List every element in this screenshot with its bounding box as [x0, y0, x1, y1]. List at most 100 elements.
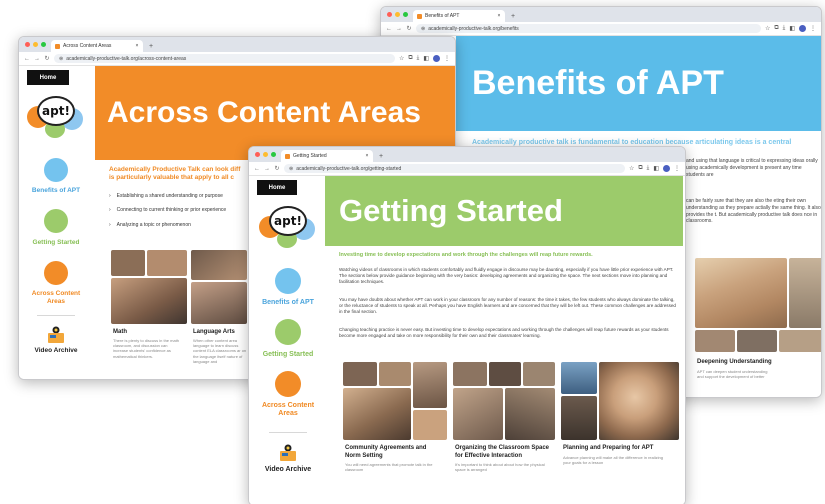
new-tab-icon[interactable]: +	[511, 13, 515, 20]
back-icon[interactable]: ←	[386, 26, 392, 32]
menu-kebab-icon[interactable]: ⋮	[810, 25, 816, 32]
tab-title: Across Content Areas	[63, 43, 112, 49]
bullet-item: › Connecting to current thinking or prior…	[109, 207, 227, 213]
nav-benefits-circle[interactable]	[44, 158, 68, 182]
extensions-icon[interactable]: ⧉	[774, 25, 778, 32]
maximize-window-button[interactable]	[403, 12, 408, 17]
url-field[interactable]: ⊜ academically-productive-talk.org/getti…	[284, 164, 625, 173]
close-window-button[interactable]	[25, 42, 30, 47]
close-tab-icon[interactable]: ×	[365, 153, 369, 159]
tab-title: Benefits of APT	[425, 13, 460, 19]
photo-classroom-3	[523, 362, 555, 386]
back-icon[interactable]: ←	[254, 166, 260, 172]
card-title-planning-preparing[interactable]: Planning and Preparing for APT	[563, 445, 681, 453]
window-controls	[387, 12, 408, 17]
menu-kebab-icon[interactable]: ⋮	[674, 165, 680, 172]
site-info-icon[interactable]: ⊜	[289, 166, 293, 172]
photo-math-3	[111, 278, 187, 324]
sidepanel-icon[interactable]: ◧	[653, 165, 659, 172]
close-window-button[interactable]	[387, 12, 392, 17]
nav-video-archive-link[interactable]: Video Archive	[251, 466, 325, 474]
card-title-math[interactable]: Math	[113, 329, 183, 337]
apt-logo[interactable]: apt!	[27, 92, 85, 142]
reload-icon[interactable]: ↻	[44, 55, 50, 62]
nav-getting-started-circle[interactable]	[275, 319, 301, 345]
close-tab-icon[interactable]: ×	[497, 13, 501, 19]
photo-community-4	[343, 388, 411, 440]
maximize-window-button[interactable]	[41, 42, 46, 47]
nav-video-archive-link[interactable]: Video Archive	[21, 347, 91, 355]
new-tab-icon[interactable]: +	[379, 153, 383, 160]
bookmark-star-icon[interactable]: ☆	[629, 165, 634, 172]
video-archive-icon[interactable]	[278, 444, 298, 462]
maximize-window-button[interactable]	[271, 152, 276, 157]
card-title-community-agreements[interactable]: Community Agreements and Norm Setting	[345, 445, 449, 460]
nav-benefits-link[interactable]: Benefits of APT	[251, 299, 325, 307]
close-tab-icon[interactable]: ×	[135, 43, 139, 49]
card-title-language-arts[interactable]: Language Arts	[193, 329, 249, 337]
reload-icon[interactable]: ↻	[406, 25, 412, 32]
photo-girl-smiling	[695, 258, 787, 328]
forward-icon[interactable]: →	[264, 166, 270, 172]
sidepanel-icon[interactable]: ◧	[789, 25, 795, 32]
photo-planning-2	[561, 396, 597, 440]
profile-avatar[interactable]	[433, 55, 440, 62]
bookmark-star-icon[interactable]: ☆	[765, 25, 770, 32]
paragraph-1: Watching videos of classrooms in which s…	[339, 267, 674, 285]
back-icon[interactable]: ←	[24, 56, 30, 62]
profile-avatar[interactable]	[663, 165, 670, 172]
home-button[interactable]: Home	[27, 70, 69, 85]
hero-banner: Getting Started	[325, 176, 683, 246]
video-archive-icon[interactable]	[46, 326, 66, 344]
extensions-icon[interactable]: ⧉	[408, 55, 412, 62]
nav-benefits-circle[interactable]	[275, 268, 301, 294]
card-title-organizing-space[interactable]: Organizing the Classroom Space for Effec…	[455, 445, 559, 460]
photo-planning-teacher	[599, 362, 679, 440]
nav-benefits-link[interactable]: Benefits of APT	[21, 187, 91, 195]
extensions-icon[interactable]: ⧉	[638, 165, 642, 172]
url-field[interactable]: ⊜ academically-productive-talk.org/acros…	[54, 54, 395, 63]
bookmark-star-icon[interactable]: ☆	[399, 55, 404, 62]
download-icon[interactable]: ⤓	[417, 55, 420, 62]
apt-logo[interactable]: apt!	[259, 202, 317, 252]
new-tab-icon[interactable]: +	[149, 43, 153, 50]
close-window-button[interactable]	[255, 152, 260, 157]
tab-across-content[interactable]: Across Content Areas ×	[51, 40, 143, 52]
nav-across-content-link[interactable]: Across Content Areas	[21, 290, 91, 306]
photo-classroom-side	[789, 258, 821, 328]
photo-community-5	[413, 410, 447, 440]
card-description-community-agreements: You will need agreements that promote ta…	[345, 462, 433, 473]
card-description-math: There is plenty to discuss in the math c…	[113, 338, 180, 359]
forward-icon[interactable]: →	[34, 56, 40, 62]
hero-title: Getting Started	[339, 193, 563, 228]
favicon-icon	[55, 43, 60, 49]
forward-icon[interactable]: →	[396, 26, 402, 32]
nav-across-content-circle[interactable]	[44, 261, 68, 285]
profile-avatar[interactable]	[799, 25, 806, 32]
photo-planning-1	[561, 362, 597, 394]
tab-getting-started[interactable]: Getting Started ×	[281, 150, 373, 162]
nav-getting-started-link[interactable]: Getting Started	[251, 351, 325, 359]
nav-getting-started-link[interactable]: Getting Started	[21, 239, 91, 247]
nav-getting-started-circle[interactable]	[44, 209, 68, 233]
tab-title: Getting Started	[293, 153, 327, 159]
download-icon[interactable]: ⤓	[783, 25, 786, 32]
site-info-icon[interactable]: ⊜	[421, 26, 425, 32]
tab-benefits[interactable]: Benefits of APT ×	[413, 10, 505, 22]
minimize-window-button[interactable]	[395, 12, 400, 17]
card-description-language-arts: When other content area language to lear…	[193, 338, 247, 364]
site-info-icon[interactable]: ⊜	[59, 56, 63, 62]
minimize-window-button[interactable]	[33, 42, 38, 47]
nav-across-content-link[interactable]: Across Content Areas	[251, 402, 325, 419]
tab-strip: Benefits of APT × +	[381, 7, 821, 22]
card-title[interactable]: Deepening Understanding	[697, 359, 817, 367]
photo-math-2	[147, 250, 187, 276]
url-field[interactable]: ⊜ academically-productive-talk.org/benef…	[416, 24, 761, 33]
home-button[interactable]: Home	[257, 180, 297, 195]
minimize-window-button[interactable]	[263, 152, 268, 157]
reload-icon[interactable]: ↻	[274, 165, 280, 172]
download-icon[interactable]: ⤓	[647, 165, 650, 172]
nav-across-content-circle[interactable]	[275, 371, 301, 397]
menu-kebab-icon[interactable]: ⋮	[444, 55, 450, 62]
sidepanel-icon[interactable]: ◧	[423, 55, 429, 62]
